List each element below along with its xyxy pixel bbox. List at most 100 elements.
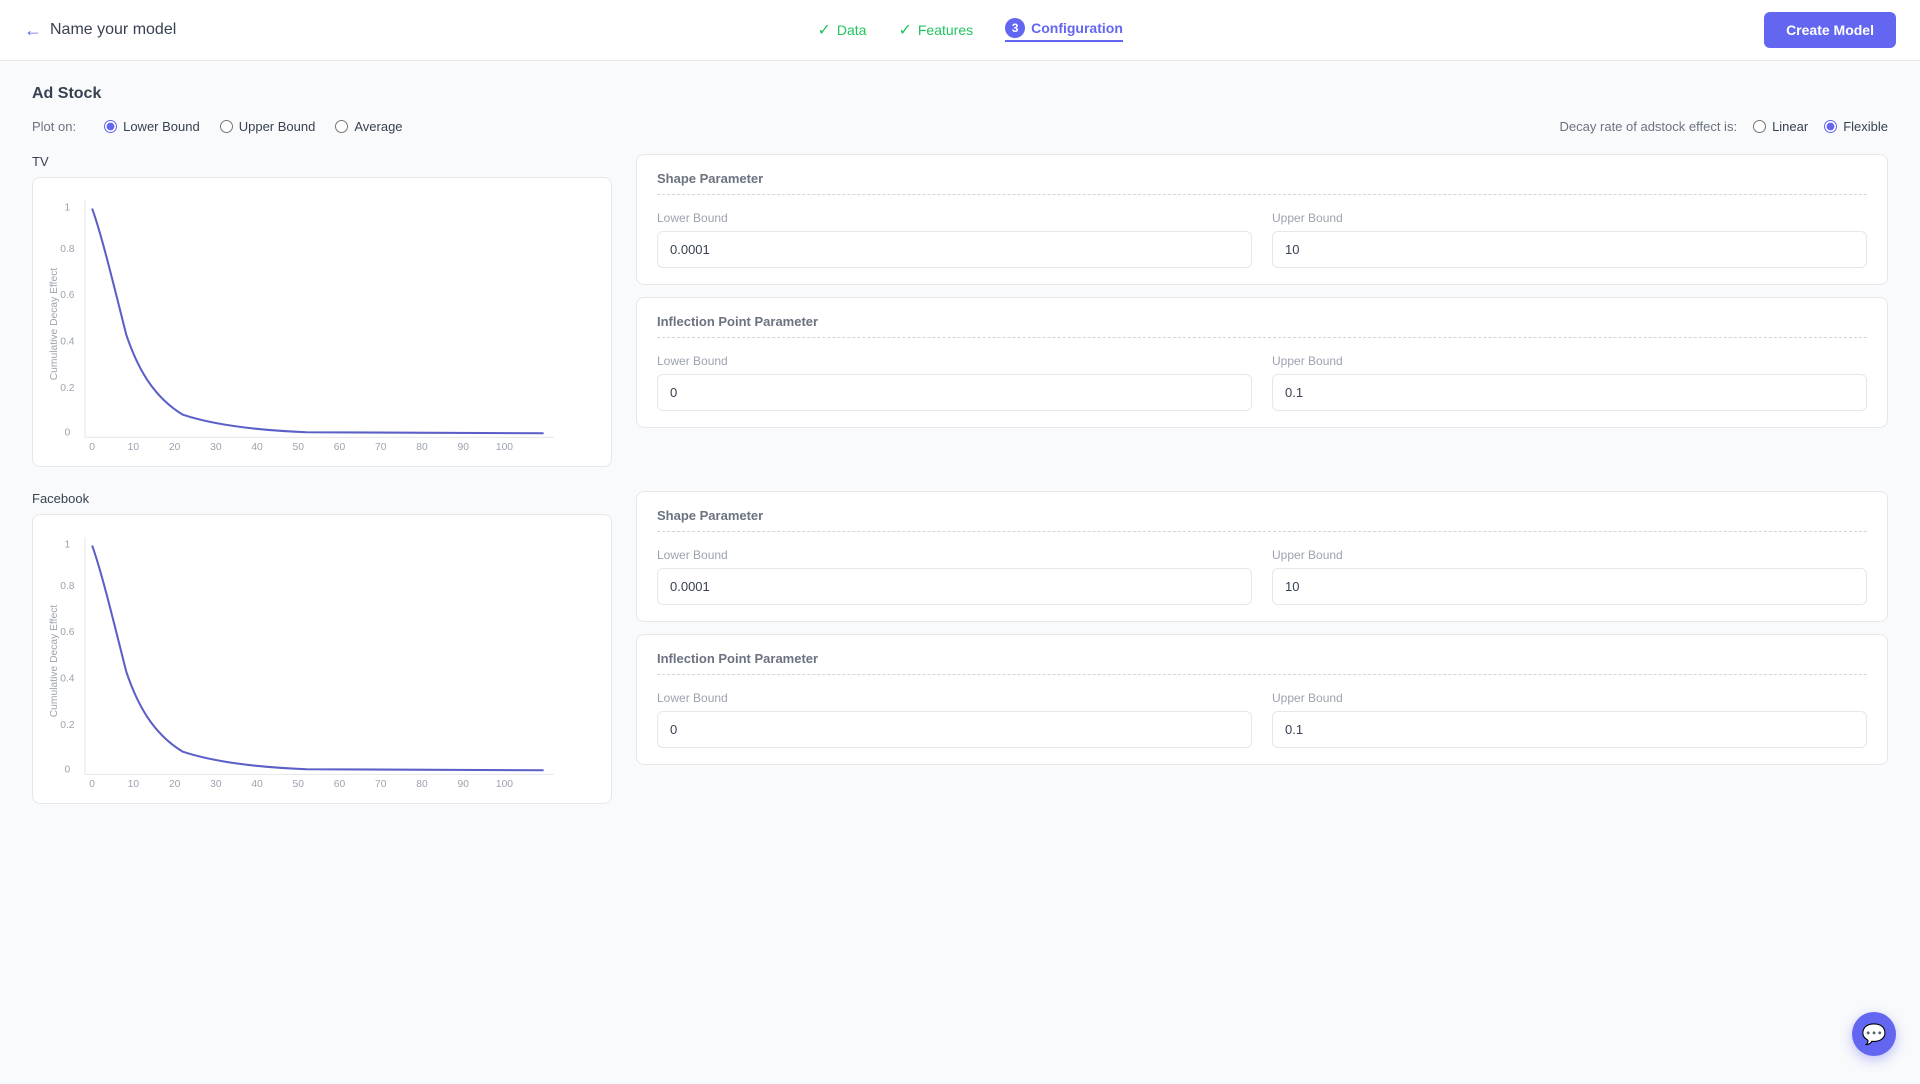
svg-text:0.2: 0.2 [60,720,75,731]
wizard-steps: ✓ Data ✓ Features 3 Configuration [817,18,1122,42]
svg-text:0.8: 0.8 [60,244,75,255]
svg-text:20: 20 [169,779,181,790]
svg-text:Cumulative Decay Effect: Cumulative Decay Effect [49,268,60,381]
tv-inflection-lower-group: Lower Bound [657,354,1252,411]
radio-average-input[interactable] [335,120,348,133]
facebook-shape-upper-input[interactable] [1272,568,1867,605]
facebook-inflection-lower-input[interactable] [657,711,1252,748]
tv-inflection-param-title: Inflection Point Parameter [657,314,1867,338]
svg-text:70: 70 [375,779,387,790]
radio-flexible[interactable]: Flexible [1824,119,1888,134]
tv-shape-upper-input[interactable] [1272,231,1867,268]
radio-flexible-input[interactable] [1824,120,1837,133]
facebook-shape-lower-input[interactable] [657,568,1252,605]
tv-inflection-bounds-row: Lower Bound Upper Bound [657,354,1867,411]
plot-on-label: Plot on: [32,119,76,134]
svg-text:0: 0 [89,779,95,790]
radio-upper-bound-text: Upper Bound [239,119,316,134]
model-name-title: Name your model [50,21,176,39]
step-data[interactable]: ✓ Data [817,20,866,40]
facebook-decay-curve [92,546,543,771]
header-left: ← Name your model [24,20,176,41]
step-data-label: Data [837,22,867,38]
svg-text:60: 60 [334,442,346,453]
decay-rate-controls: Decay rate of adstock effect is: Linear … [1560,119,1888,134]
tv-shape-lower-group: Lower Bound [657,211,1252,268]
svg-text:1: 1 [65,203,71,214]
svg-text:80: 80 [416,779,428,790]
facebook-inflection-upper-label: Upper Bound [1272,691,1867,705]
radio-linear-text: Linear [1772,119,1808,134]
tv-shape-bounds-row: Lower Bound Upper Bound [657,211,1867,268]
svg-text:0.6: 0.6 [60,290,75,301]
svg-text:60: 60 [334,779,346,790]
svg-text:40: 40 [251,779,263,790]
tv-chart: 1 0.8 0.6 0.4 0.2 0 Cumulative Decay Eff… [32,177,612,467]
chat-icon: 💬 [1862,1022,1887,1047]
tv-inflection-lower-input[interactable] [657,374,1252,411]
facebook-inflection-bounds-row: Lower Bound Upper Bound [657,691,1867,748]
radio-average-text: Average [354,119,402,134]
radio-linear[interactable]: Linear [1753,119,1808,134]
tv-inflection-upper-input[interactable] [1272,374,1867,411]
facebook-param-col: Shape Parameter Lower Bound Upper Bound … [636,491,1888,804]
facebook-inflection-param-title: Inflection Point Parameter [657,651,1867,675]
radio-lower-bound[interactable]: Lower Bound [104,119,200,134]
svg-text:0.6: 0.6 [60,627,75,638]
tv-inflection-upper-label: Upper Bound [1272,354,1867,368]
chat-button[interactable]: 💬 [1852,1012,1896,1056]
svg-text:0: 0 [89,442,95,453]
svg-text:10: 10 [128,779,140,790]
svg-text:Cumulative Decay Effect: Cumulative Decay Effect [49,605,60,718]
step-num-configuration: 3 [1005,18,1025,38]
page-header: ← Name your model ✓ Data ✓ Features 3 Co… [0,0,1920,61]
facebook-shape-param-panel: Shape Parameter Lower Bound Upper Bound [636,491,1888,622]
facebook-inflection-param-panel: Inflection Point Parameter Lower Bound U… [636,634,1888,765]
check-icon-data: ✓ [817,20,830,40]
tv-decay-curve [92,209,543,434]
facebook-inflection-upper-group: Upper Bound [1272,691,1867,748]
svg-text:90: 90 [457,779,469,790]
facebook-shape-lower-label: Lower Bound [657,548,1252,562]
tv-channel-row: TV 1 0.8 0.6 0.4 0.2 0 Cumulative Decay … [32,154,1888,467]
facebook-shape-lower-group: Lower Bound [657,548,1252,605]
tv-shape-lower-label: Lower Bound [657,211,1252,225]
tv-param-col: Shape Parameter Lower Bound Upper Bound … [636,154,1888,467]
tv-shape-param-panel: Shape Parameter Lower Bound Upper Bound [636,154,1888,285]
facebook-inflection-lower-group: Lower Bound [657,691,1252,748]
tv-shape-lower-input[interactable] [657,231,1252,268]
radio-flexible-text: Flexible [1843,119,1888,134]
facebook-chart: 1 0.8 0.6 0.4 0.2 0 Cumulative Decay Eff… [32,514,612,804]
check-icon-features: ✓ [898,20,911,40]
facebook-shape-upper-label: Upper Bound [1272,548,1867,562]
step-configuration-label: Configuration [1031,20,1123,36]
facebook-shape-param-title: Shape Parameter [657,508,1867,532]
back-arrow[interactable]: ← [24,20,42,41]
section-title: Ad Stock [32,85,1888,103]
svg-text:90: 90 [457,442,469,453]
tv-chart-col: TV 1 0.8 0.6 0.4 0.2 0 Cumulative Decay … [32,154,612,467]
svg-text:0.4: 0.4 [60,337,75,348]
facebook-chart-col: Facebook 1 0.8 0.6 0.4 0.2 0 Cumulative … [32,491,612,804]
facebook-inflection-upper-input[interactable] [1272,711,1867,748]
facebook-shape-bounds-row: Lower Bound Upper Bound [657,548,1867,605]
step-configuration[interactable]: 3 Configuration [1005,18,1123,42]
svg-text:0: 0 [65,764,71,775]
svg-text:70: 70 [375,442,387,453]
plot-on-group: Plot on: Lower Bound Upper Bound Average [32,119,403,134]
main-content: Ad Stock Plot on: Lower Bound Upper Boun… [0,61,1920,1084]
tv-shape-upper-group: Upper Bound [1272,211,1867,268]
svg-text:10: 10 [128,442,140,453]
radio-average[interactable]: Average [335,119,402,134]
svg-text:0.4: 0.4 [60,674,75,685]
plot-controls-row: Plot on: Lower Bound Upper Bound Average… [32,119,1888,134]
radio-upper-bound[interactable]: Upper Bound [220,119,316,134]
svg-text:80: 80 [416,442,428,453]
radio-lower-bound-input[interactable] [104,120,117,133]
tv-inflection-upper-group: Upper Bound [1272,354,1867,411]
svg-text:100: 100 [496,442,513,453]
step-features[interactable]: ✓ Features [898,20,973,40]
radio-linear-input[interactable] [1753,120,1766,133]
create-model-button[interactable]: Create Model [1764,12,1896,48]
radio-upper-bound-input[interactable] [220,120,233,133]
